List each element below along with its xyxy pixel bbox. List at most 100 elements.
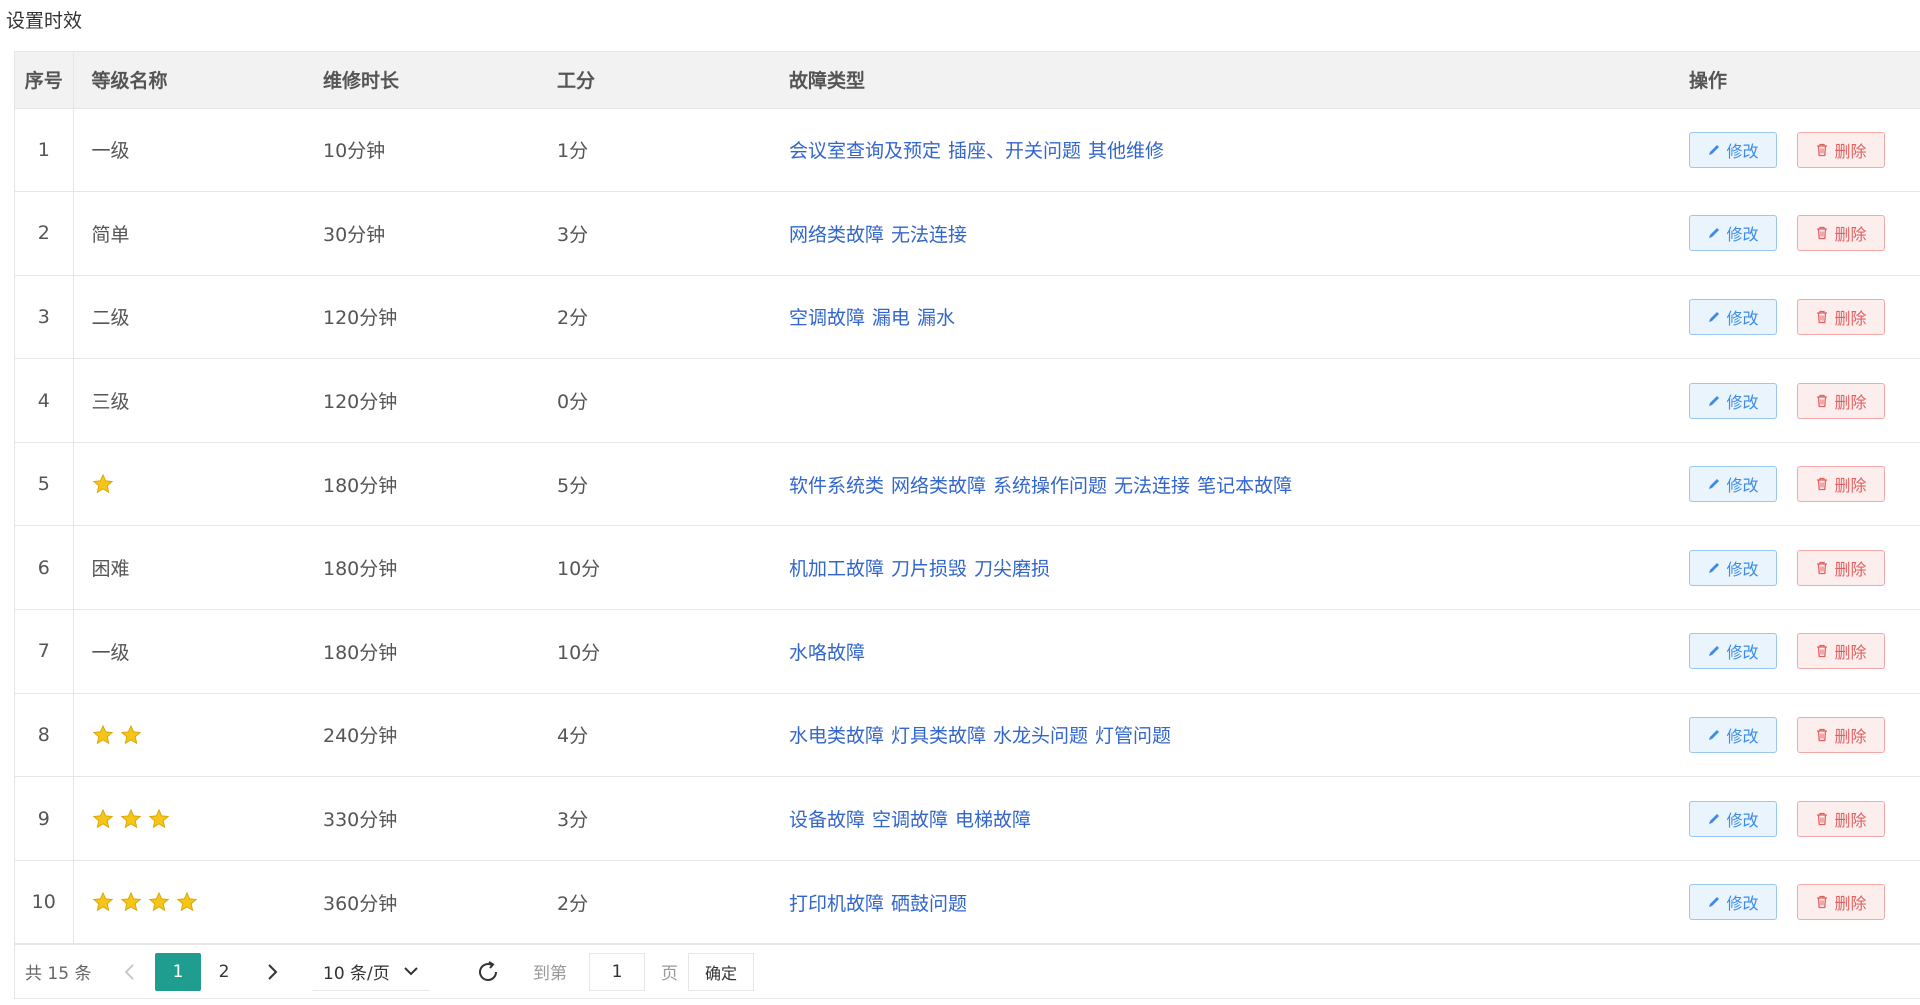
- fault-type-link[interactable]: 漏水: [917, 307, 955, 329]
- pencil-icon: [1709, 228, 1720, 239]
- star-icon: [120, 892, 141, 912]
- page-1-button[interactable]: 1: [155, 952, 201, 991]
- delete-button[interactable]: 删除: [1797, 549, 1885, 586]
- table-row: 1 一级 10分钟 1分 会议室查询及预定 插座、开关问题 其他维修 修改 删除: [15, 108, 1920, 192]
- edit-button[interactable]: 修改: [1689, 382, 1777, 419]
- star-rating: [92, 724, 142, 746]
- fault-type-link[interactable]: 插座、开关问题: [948, 140, 1081, 162]
- edit-button[interactable]: 修改: [1689, 549, 1777, 586]
- refresh-button[interactable]: [473, 957, 503, 987]
- star-rating: [92, 891, 198, 913]
- fault-type-link[interactable]: 水龙头问题: [993, 725, 1088, 747]
- refresh-icon: [479, 960, 497, 981]
- star-icon: [92, 724, 113, 745]
- duration-cell: 360分钟: [323, 892, 398, 915]
- fault-type-link[interactable]: 其他维修: [1088, 140, 1164, 162]
- fault-type-link[interactable]: 刀片损毁: [891, 558, 967, 580]
- delete-button[interactable]: 删除: [1797, 131, 1885, 168]
- table-row: 6 困难 180分钟 10分 机加工故障 刀片损毁 刀尖磨损 修改 删除: [15, 525, 1920, 610]
- edit-button[interactable]: 修改: [1689, 298, 1777, 335]
- fault-type-link[interactable]: 电梯故障: [955, 809, 1031, 831]
- edit-button[interactable]: 修改: [1689, 716, 1777, 753]
- level-cell: [73, 442, 305, 526]
- fault-type-link[interactable]: 软件系统类: [789, 475, 884, 497]
- duration-cell: 10分钟: [323, 140, 386, 163]
- fault-type-link[interactable]: 网络类故障: [789, 224, 884, 246]
- fault-types-cell: 水电类故障 灯具类故障 水龙头问题 灯管问题: [771, 693, 1671, 777]
- fault-type-link[interactable]: 刀尖磨损: [974, 558, 1050, 580]
- fault-types-cell: 网络类故障 无法连接: [771, 192, 1671, 276]
- delete-button[interactable]: 删除: [1797, 884, 1885, 921]
- row-index: 2: [15, 191, 74, 276]
- goto-confirm-button[interactable]: 确定: [688, 952, 754, 991]
- header-ops: 操作: [1671, 52, 1920, 109]
- points-cell: 2分: [557, 307, 589, 330]
- delete-label: 删除: [1834, 643, 1867, 663]
- edit-button[interactable]: 修改: [1689, 131, 1777, 168]
- fault-type-link[interactable]: 灯管问题: [1095, 725, 1171, 747]
- edit-label: 修改: [1726, 894, 1759, 914]
- delete-button[interactable]: 删除: [1797, 633, 1885, 670]
- star-icon: [148, 808, 169, 828]
- fault-type-link[interactable]: 无法连接: [891, 224, 967, 246]
- fault-type-link[interactable]: 空调故障: [872, 809, 948, 831]
- table-header-row: 序号 等级名称 维修时长 工分 故障类型 操作: [15, 52, 1920, 109]
- next-page-button[interactable]: [257, 954, 287, 990]
- fault-type-link[interactable]: 系统操作问题: [993, 475, 1107, 497]
- table-row: 8 240分钟 4分 水电类故障 灯具类故障 水龙头问题 灯管问题 修改 删除: [15, 693, 1920, 777]
- level-cell: 简单: [73, 192, 305, 276]
- star-rating: [92, 808, 170, 830]
- fault-types-cell: 机加工故障 刀片损毁 刀尖磨损: [771, 526, 1671, 610]
- ops-cell: 修改 删除: [1671, 108, 1920, 192]
- table-row: 5 180分钟 5分 软件系统类 网络类故障 系统操作问题 无法连接 笔记本故障 修改 删除: [15, 442, 1920, 526]
- delete-button[interactable]: 删除: [1797, 800, 1885, 837]
- fault-type-link[interactable]: 设备故障: [789, 809, 865, 831]
- fault-type-link[interactable]: 灯具类故障: [891, 725, 986, 747]
- fault-type-link[interactable]: 网络类故障: [891, 475, 986, 497]
- trash-icon: [1817, 310, 1828, 324]
- fault-type-link[interactable]: 漏电: [872, 307, 910, 329]
- chevron-down-icon: [404, 967, 418, 976]
- points-cell: 0分: [557, 391, 589, 414]
- goto-page-input[interactable]: [589, 952, 645, 991]
- delete-button[interactable]: 删除: [1797, 382, 1885, 419]
- fault-type-link[interactable]: 机加工故障: [789, 558, 884, 580]
- delete-button[interactable]: 删除: [1797, 716, 1885, 753]
- edit-button[interactable]: 修改: [1689, 215, 1777, 252]
- edit-button[interactable]: 修改: [1689, 800, 1777, 837]
- delete-label: 删除: [1834, 810, 1867, 830]
- fault-type-link[interactable]: 会议室查询及预定: [789, 140, 941, 162]
- edit-button[interactable]: 修改: [1689, 466, 1777, 503]
- page-2-button[interactable]: 2: [201, 953, 247, 991]
- delete-button[interactable]: 删除: [1797, 215, 1885, 252]
- fault-type-link[interactable]: 水电类故障: [789, 725, 884, 747]
- edit-button[interactable]: 修改: [1689, 884, 1777, 921]
- level-cell: 一级: [73, 610, 305, 694]
- row-index: 7: [15, 609, 74, 694]
- fault-type-link[interactable]: 水咯故障: [789, 642, 865, 664]
- page-size-select[interactable]: 10 条/页: [313, 953, 429, 991]
- row-index: 5: [15, 442, 74, 526]
- trash-icon: [1817, 394, 1828, 407]
- fault-type-link[interactable]: 无法连接: [1114, 475, 1190, 497]
- row-index: 6: [15, 525, 74, 610]
- duration-cell: 330分钟: [323, 809, 398, 832]
- delete-label: 删除: [1834, 225, 1867, 245]
- header-duration: 维修时长: [305, 52, 539, 109]
- prev-page-button[interactable]: [115, 954, 145, 990]
- delete-button[interactable]: 删除: [1797, 298, 1885, 335]
- level-cell: [73, 693, 305, 777]
- fault-type-link[interactable]: 打印机故障: [789, 893, 884, 915]
- delete-button[interactable]: 删除: [1797, 466, 1885, 503]
- edit-button[interactable]: 修改: [1689, 633, 1777, 670]
- fault-type-link[interactable]: 硒鼓问题: [891, 893, 967, 915]
- delete-label: 删除: [1834, 559, 1867, 579]
- level-cell: [73, 860, 305, 944]
- ops-cell: 修改 删除: [1671, 610, 1920, 694]
- points-cell: 3分: [557, 223, 589, 246]
- points-cell: 10分: [557, 558, 601, 581]
- fault-type-link[interactable]: 空调故障: [789, 307, 865, 329]
- delete-label: 删除: [1834, 141, 1867, 161]
- table-row: 7 一级 180分钟 10分 水咯故障 修改 删除: [15, 609, 1920, 694]
- fault-type-link[interactable]: 笔记本故障: [1197, 475, 1292, 497]
